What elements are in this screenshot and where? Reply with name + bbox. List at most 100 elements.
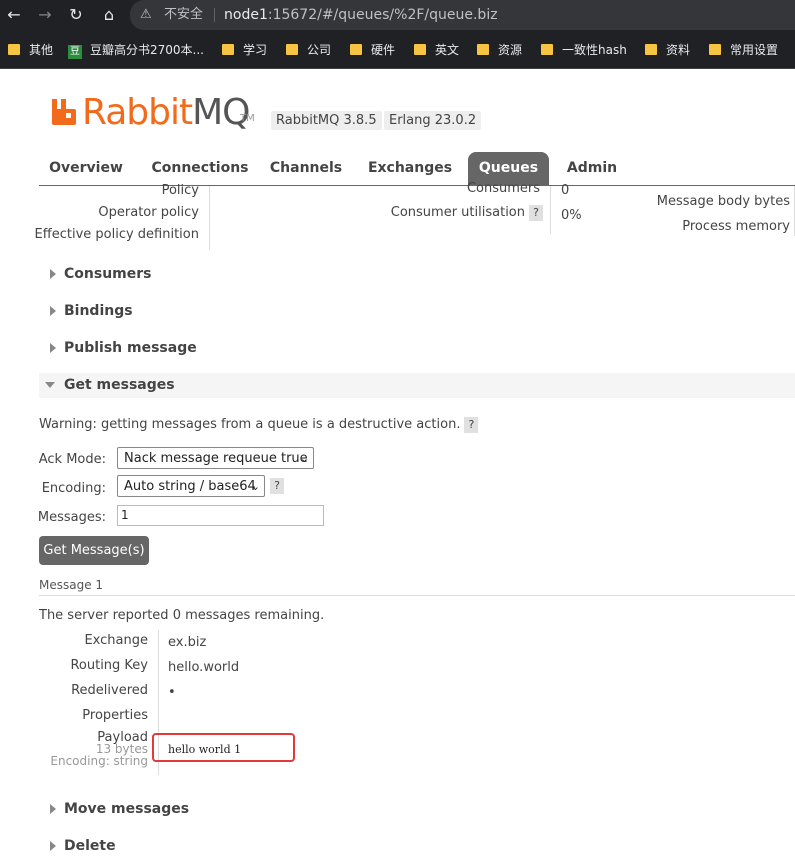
effective-policy-label: Effective policy definition [34, 227, 199, 242]
bookmark-item[interactable]: 其他 [8, 41, 53, 57]
bookmark-item[interactable]: 常用设置 [709, 41, 778, 57]
bookmark-label: 硬件 [371, 43, 396, 57]
bookmark-item[interactable]: 资料 [645, 41, 690, 57]
triangle-down-icon [45, 382, 55, 388]
main-tabs: Overview Connections Channels Exchanges … [39, 152, 795, 186]
redelivered-label: Redelivered [71, 683, 148, 698]
triangle-right-icon [50, 306, 56, 316]
folder-icon [645, 44, 657, 55]
chevron-down-icon: ⌄ [299, 452, 309, 465]
message-body-bytes-label: Message body bytes [656, 194, 790, 209]
chevron-down-icon: ⌄ [250, 480, 260, 493]
url-text[interactable]: node1:15672/#/queues/%2F/queue.biz [224, 0, 498, 30]
bookmark-item[interactable]: 英文 [414, 41, 459, 57]
redelivered-value: • [168, 685, 176, 700]
remaining-count: 0 [172, 608, 181, 623]
triangle-right-icon [50, 804, 56, 814]
messages-label: Messages: [37, 510, 106, 525]
process-memory-label: Process memory [682, 219, 790, 234]
consumer-utilisation-label: Consumer utilisation? [391, 205, 543, 221]
tab-exchanges[interactable]: Exchanges [365, 152, 455, 185]
encoding-select[interactable]: Auto string / base64 ⌄ [117, 475, 265, 497]
messages-count-input[interactable]: 1 [117, 505, 324, 526]
tab-admin[interactable]: Admin [561, 152, 623, 185]
bookmark-item[interactable]: 学习 [222, 41, 267, 57]
operator-policy-label: Operator policy [98, 205, 199, 220]
routing-key-label: Routing Key [70, 658, 148, 673]
divider [39, 595, 795, 596]
tab-connections[interactable]: Connections [145, 152, 255, 185]
logo-trademark: TM [240, 113, 255, 124]
routing-key-value: hello.world [168, 660, 240, 675]
folder-icon [8, 44, 20, 55]
publish-message-section-header[interactable]: Publish message [39, 336, 795, 361]
bookmark-label: 资料 [666, 43, 691, 57]
home-icon[interactable]: ⌂ [99, 5, 119, 25]
arrow-left-icon[interactable]: ← [4, 5, 24, 25]
tab-channels[interactable]: Channels [265, 152, 347, 185]
bookmark-label: 英文 [435, 43, 460, 57]
folder-icon [286, 44, 298, 55]
remaining-prefix: The server reported [39, 608, 173, 623]
section-title: Move messages [64, 801, 190, 817]
encoding-label: Encoding: [41, 481, 106, 496]
folder-icon [477, 44, 489, 55]
bookmark-item[interactable]: 资源 [477, 41, 522, 57]
section-title: Consumers [64, 266, 152, 282]
bookmark-label: 学习 [243, 43, 268, 57]
address-bar[interactable]: ⚠ 不安全 node1:15672/#/queues/%2F/queue.biz [130, 0, 795, 30]
url-path: :15672/#/queues/%2F/queue.biz [267, 7, 498, 23]
consumer-utilisation-text: Consumer utilisation [390, 205, 525, 220]
exchange-value: ex.biz [168, 635, 207, 650]
triangle-right-icon [50, 269, 56, 279]
help-icon[interactable]: ? [464, 417, 479, 433]
move-messages-section-header[interactable]: Move messages [39, 797, 795, 822]
consumers-section-header[interactable]: Consumers [39, 262, 795, 287]
rabbitmq-version-badge: RabbitMQ 3.8.5 [271, 111, 382, 130]
bookmark-item[interactable]: 豆豆瓣高分书2700本... [68, 41, 204, 59]
bookmark-label: 一致性hash [562, 43, 627, 57]
section-title: Get messages [64, 377, 175, 393]
douban-icon: 豆 [68, 45, 82, 59]
consumers-value: 0 [561, 183, 570, 198]
encoding-value: Auto string / base64 [124, 479, 256, 494]
help-icon[interactable]: ? [270, 478, 284, 494]
messages-remaining-text: The server reported 0 messages remaining… [39, 608, 324, 623]
delete-section-header[interactable]: Delete [39, 834, 795, 859]
bookmark-label: 公司 [307, 43, 332, 57]
bookmark-item[interactable]: 一致性hash [541, 41, 627, 57]
remaining-suffix: messages remaining. [180, 608, 325, 623]
policy-label: Policy [161, 183, 199, 198]
ack-mode-select[interactable]: Nack message requeue true ⌄ [117, 447, 314, 469]
folder-icon [350, 44, 362, 55]
destructive-warning: Warning: getting messages from a queue i… [39, 417, 479, 433]
folder-icon [709, 44, 721, 55]
payload-encoding: Encoding: string [50, 754, 148, 768]
bookmark-label: 其他 [29, 43, 54, 57]
bookmark-item[interactable]: 硬件 [350, 41, 395, 57]
warning-text: Warning: getting messages from a queue i… [39, 417, 461, 432]
rabbitmq-logo-icon [52, 99, 76, 125]
logo-wordmark: RabbitMQ [82, 92, 251, 133]
bookmark-label: 资源 [498, 43, 523, 57]
exchange-label: Exchange [84, 633, 148, 648]
bindings-section-header[interactable]: Bindings [39, 299, 795, 324]
triangle-right-icon [50, 841, 56, 851]
get-messages-button[interactable]: Get Message(s) [39, 536, 149, 565]
bookmark-item[interactable]: 公司 [286, 41, 331, 57]
details-divider [550, 186, 551, 234]
bookmark-label: 常用设置 [730, 43, 779, 57]
details-divider [209, 186, 210, 250]
browser-toolbar: ← → ↻ ⌂ ⚠ 不安全 node1:15672/#/queues/%2F/q… [0, 0, 795, 30]
get-messages-section-header[interactable]: Get messages [39, 373, 795, 398]
divider [214, 8, 215, 22]
bookmarks-bar: 其他 豆豆瓣高分书2700本... 学习 公司 硬件 英文 资源 一致性hash… [0, 30, 795, 69]
folder-icon [414, 44, 426, 55]
tab-overview[interactable]: Overview [45, 152, 127, 185]
reload-icon[interactable]: ↻ [66, 5, 86, 25]
help-icon[interactable]: ? [529, 205, 543, 221]
consumers-label: Consumers [466, 181, 540, 196]
triangle-right-icon [50, 343, 56, 353]
section-title: Delete [64, 838, 116, 854]
arrow-right-icon[interactable]: → [35, 5, 55, 25]
